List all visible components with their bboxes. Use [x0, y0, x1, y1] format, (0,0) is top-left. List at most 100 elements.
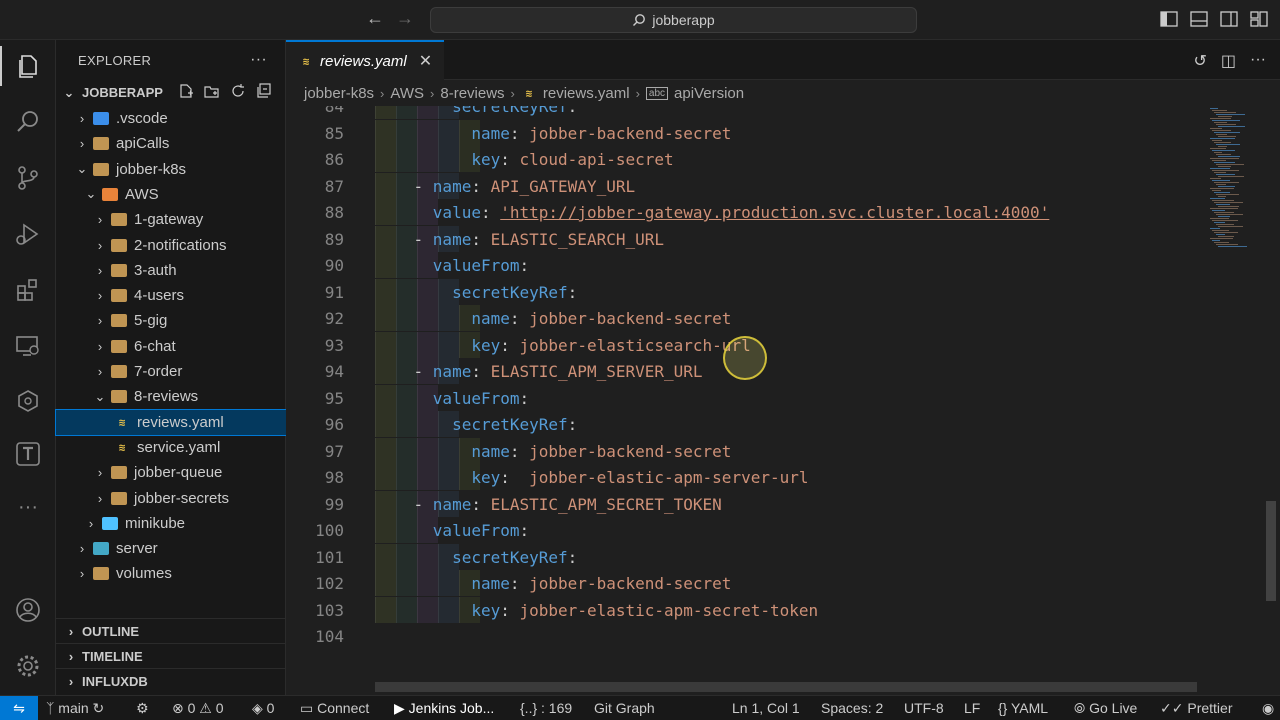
- split-editor-icon[interactable]: ◫: [1221, 51, 1236, 71]
- code-line: 89 - name: ELASTIC_SEARCH_URL: [286, 225, 1206, 252]
- tree-item[interactable]: ⌄ AWS: [56, 182, 286, 207]
- end-of-line[interactable]: LF: [964, 700, 980, 716]
- toggle-secondary-sidebar-icon[interactable]: [1220, 10, 1238, 28]
- encoding[interactable]: UTF-8: [904, 700, 944, 716]
- yaml-url-value[interactable]: 'http://jobber-gateway.production.svc.cl…: [500, 203, 1049, 222]
- line-number: 85: [324, 123, 344, 143]
- language-mode[interactable]: {} YAML: [998, 700, 1048, 716]
- influxdb-section[interactable]: › INFLUXDB: [56, 668, 286, 693]
- chevron-down-icon: ⌄: [76, 161, 88, 177]
- minimap-line: [1212, 120, 1240, 121]
- toggle-panel-icon[interactable]: [1190, 10, 1208, 28]
- code-text: - name: ELASTIC_APM_SECRET_TOKEN: [375, 494, 722, 514]
- arrow-left-icon[interactable]: ←: [366, 8, 384, 29]
- cursor-position[interactable]: Ln 1, Col 1: [732, 700, 800, 716]
- code-line: 92 name: jobber-backend-secret: [286, 305, 1206, 331]
- tree-item[interactable]: ⌄ 8-reviews: [56, 384, 286, 409]
- explorer-icon[interactable]: [14, 52, 42, 80]
- yaml-key: name: [432, 494, 472, 514]
- new-file-icon[interactable]: [178, 83, 194, 99]
- connect-item[interactable]: ▭ Connect: [300, 700, 369, 717]
- tree-item[interactable]: › 5-gig: [56, 308, 286, 333]
- tree-item[interactable]: ≋ reviews.yaml: [55, 408, 287, 436]
- outline-section[interactable]: › OUTLINE: [56, 618, 286, 643]
- tab-reviews-yaml[interactable]: ≋ reviews.yaml ✕: [286, 40, 444, 80]
- tree-item-label: apiCalls: [116, 135, 170, 153]
- tree-item[interactable]: ≋ service.yaml: [56, 435, 286, 460]
- customize-layout-icon[interactable]: [1250, 10, 1268, 28]
- remote-indicator-icon[interactable]: ⇋: [0, 696, 38, 720]
- timeline-history-icon[interactable]: ↺: [1193, 51, 1206, 71]
- folder-icon: [111, 314, 127, 328]
- toggle-sidebar-icon[interactable]: [1160, 10, 1178, 28]
- git-graph-icon[interactable]: [14, 440, 42, 468]
- prettier-item[interactable]: ✓✓ Prettier: [1160, 700, 1232, 717]
- go-live-button[interactable]: ⦾ Go Live: [1074, 700, 1137, 717]
- search-icon[interactable]: [14, 108, 42, 136]
- yaml-value: jobber-elastic-apm-server-url: [519, 468, 809, 487]
- git-graph-button[interactable]: Git Graph: [594, 700, 655, 716]
- publish-icon[interactable]: ⚙: [136, 700, 149, 717]
- tree-item[interactable]: › minikube: [56, 511, 286, 536]
- code-editor[interactable]: 84 secretKeyRef: 85 name: jobber-backend-…: [286, 106, 1206, 686]
- notifications-icon[interactable]: ◉: [1262, 700, 1274, 717]
- indentation[interactable]: Spaces: 2: [821, 700, 883, 716]
- breadcrumb-item[interactable]: 8-reviews: [440, 85, 504, 102]
- symbols-count[interactable]: {..} : 169: [520, 700, 572, 716]
- remote-explorer-icon[interactable]: [14, 332, 42, 360]
- account-icon[interactable]: [14, 596, 42, 624]
- minimap-line: [1216, 244, 1238, 245]
- settings-icon[interactable]: [14, 652, 42, 680]
- ports-item[interactable]: ◈ 0: [252, 700, 274, 717]
- more-actions-icon[interactable]: ···: [1250, 51, 1266, 71]
- new-folder-icon[interactable]: [204, 83, 220, 99]
- jenkins-item[interactable]: ▶ Jenkins Job...: [394, 700, 494, 717]
- yaml-key: value: [432, 203, 481, 222]
- tree-item[interactable]: › 6-chat: [56, 334, 286, 359]
- timeline-section[interactable]: › TIMELINE: [56, 643, 286, 668]
- kubernetes-icon[interactable]: [14, 388, 42, 416]
- refresh-icon[interactable]: [230, 83, 246, 99]
- code-text: secretKeyRef:: [375, 415, 577, 434]
- minimap-line: [1218, 186, 1235, 187]
- tree-item[interactable]: › jobber-queue: [56, 460, 286, 485]
- arrow-right-icon[interactable]: →: [396, 8, 414, 29]
- close-icon[interactable]: ✕: [419, 51, 432, 71]
- chevron-right-icon: ›: [79, 541, 85, 557]
- breadcrumb-item[interactable]: reviews.yaml: [543, 85, 630, 102]
- line-number: 84: [324, 106, 344, 116]
- run-debug-icon[interactable]: [14, 220, 42, 248]
- tree-item[interactable]: › .vscode: [56, 106, 286, 131]
- scrollbar-thumb[interactable]: [1266, 501, 1276, 601]
- tree-item[interactable]: › 2-notifications: [56, 233, 286, 258]
- yaml-value: jobber-backend-secret: [529, 441, 732, 461]
- extensions-icon[interactable]: [14, 276, 42, 304]
- workspace-root[interactable]: ⌄ JOBBERAPP: [56, 80, 286, 105]
- tree-item[interactable]: › jobber-secrets: [56, 486, 286, 511]
- source-control-icon[interactable]: [14, 164, 42, 192]
- more-icon[interactable]: ···: [14, 496, 42, 524]
- tree-item[interactable]: › server: [56, 536, 286, 561]
- tree-item[interactable]: ⌄ jobber-k8s: [56, 157, 286, 182]
- line-number: 88: [324, 203, 344, 222]
- breadcrumb-item[interactable]: apiVersion: [674, 85, 744, 102]
- tree-item[interactable]: › apiCalls: [56, 131, 286, 156]
- tree-item[interactable]: › volumes: [56, 561, 286, 586]
- branch-item[interactable]: ᛉ main ↻: [46, 700, 104, 717]
- minimap[interactable]: [1206, 106, 1266, 686]
- code-line: 87 - name: API_GATEWAY_URL: [286, 172, 1206, 199]
- tree-item[interactable]: › 4-users: [56, 283, 286, 308]
- tree-item[interactable]: › 3-auth: [56, 258, 286, 283]
- tree-item[interactable]: › 1-gateway: [56, 207, 286, 232]
- breadcrumb-item[interactable]: AWS: [390, 85, 424, 102]
- tree-item[interactable]: › 7-order: [56, 359, 286, 384]
- breadcrumb-item[interactable]: jobber-k8s: [304, 85, 374, 102]
- vertical-scrollbar[interactable]: [1264, 106, 1278, 686]
- command-center-search[interactable]: jobberapp: [430, 7, 917, 33]
- sidebar-more-button[interactable]: ···: [250, 51, 267, 69]
- problems-item[interactable]: ⊗ 0 ⚠ 0: [172, 700, 224, 717]
- horizontal-scrollbar[interactable]: [375, 682, 1197, 692]
- collapse-all-icon[interactable]: [256, 83, 272, 99]
